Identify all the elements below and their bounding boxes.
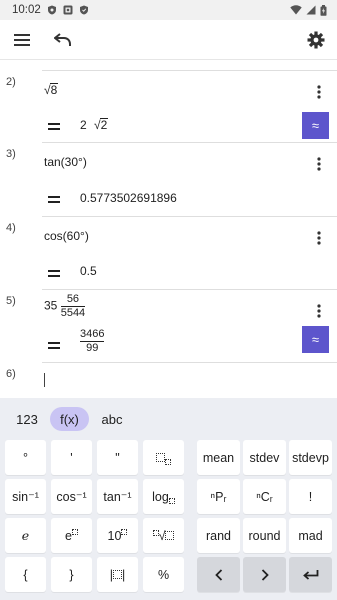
undo-icon[interactable] <box>51 28 75 52</box>
expression-result: 0.5 <box>80 264 97 278</box>
status-time: 10:02 <box>12 4 41 16</box>
equals-icon <box>48 122 62 130</box>
key-log-base[interactable]: log <box>143 479 184 514</box>
expression-input[interactable]: √ 8 <box>44 83 59 97</box>
key-left-brace[interactable]: { <box>5 557 46 592</box>
key-left-arrow[interactable] <box>197 557 240 592</box>
key-ten-power[interactable]: 10 <box>97 518 138 553</box>
shield-icon <box>47 5 56 15</box>
key-right-arrow[interactable] <box>243 557 286 592</box>
key-mean[interactable]: mean <box>197 440 240 475</box>
key-prime[interactable]: ' <box>51 440 92 475</box>
expression-row[interactable]: 6) <box>0 362 337 398</box>
notification-icon <box>63 5 73 15</box>
key-right-brace[interactable]: } <box>51 557 92 592</box>
more-vert-icon[interactable] <box>313 302 325 320</box>
expression-result: 2 √ 2 <box>80 118 109 132</box>
expression-row[interactable]: 3) tan(30°) 0.5773502691896 <box>0 142 337 216</box>
key-enter[interactable] <box>289 557 332 592</box>
signal-icon <box>306 5 316 15</box>
row-number: 3) <box>6 148 16 160</box>
equals-icon <box>48 269 62 277</box>
key-permutation[interactable]: ⁿPᵣ <box>197 479 240 514</box>
expression-result: 0.5773502691896 <box>80 191 177 205</box>
row-number: 2) <box>6 76 16 88</box>
approximate-button[interactable]: ≈ <box>302 326 329 353</box>
key-double-prime[interactable]: " <box>97 440 138 475</box>
battery-icon <box>320 4 327 16</box>
key-exp[interactable]: e <box>51 518 92 553</box>
math-keyboard: 123 f(x) abc ° ' " sin⁻¹ cos⁻¹ tan⁻¹ log… <box>0 398 337 600</box>
shield-icon <box>79 5 88 15</box>
chevron-right-icon <box>261 568 269 581</box>
key-absolute[interactable]: | | <box>97 557 138 592</box>
gear-icon[interactable] <box>304 28 328 52</box>
mixed-fraction: 56 5544 <box>60 293 86 319</box>
enter-icon <box>302 569 318 580</box>
tab-abc[interactable]: abc <box>93 407 131 431</box>
more-vert-icon[interactable] <box>313 155 325 173</box>
key-stdev[interactable]: stdev <box>243 440 286 475</box>
key-arccos[interactable]: cos⁻¹ <box>51 479 92 514</box>
menu-icon[interactable] <box>10 28 34 52</box>
expression-row[interactable]: 5) 35 56 5544 3466 99 ≈ <box>0 289 337 362</box>
approximate-button[interactable]: ≈ <box>302 112 329 139</box>
sqrt-expression: √ 8 <box>44 83 59 97</box>
key-round[interactable]: round <box>243 518 286 553</box>
row-number: 4) <box>6 222 16 234</box>
tab-fx[interactable]: f(x) <box>50 407 89 431</box>
expression-input[interactable]: 35 56 5544 <box>44 293 86 320</box>
expression-row[interactable]: 4) cos(60°) 0.5 <box>0 216 337 289</box>
expression-row[interactable]: 2) √ 8 2 √ 2 ≈ <box>0 70 337 142</box>
key-stdevp[interactable]: stdevp <box>289 440 332 475</box>
app-bar <box>0 20 337 60</box>
more-vert-icon[interactable] <box>313 229 325 247</box>
wifi-icon <box>290 5 302 15</box>
key-subscript[interactable] <box>143 440 184 475</box>
expression-result: 3466 99 <box>80 328 105 354</box>
key-nth-root[interactable]: √ <box>143 518 184 553</box>
row-number: 5) <box>6 295 16 307</box>
key-percent[interactable]: % <box>143 557 184 592</box>
expression-input[interactable]: cos(60°) <box>44 229 89 243</box>
chevron-left-icon <box>214 568 222 581</box>
key-degree[interactable]: ° <box>5 440 46 475</box>
key-factorial[interactable]: ! <box>289 479 332 514</box>
key-rand[interactable]: rand <box>197 518 240 553</box>
key-arcsin[interactable]: sin⁻¹ <box>5 479 46 514</box>
key-arctan[interactable]: tan⁻¹ <box>97 479 138 514</box>
more-vert-icon[interactable] <box>313 83 325 101</box>
row-number: 6) <box>6 368 16 380</box>
equals-icon <box>48 195 62 203</box>
key-mad[interactable]: mad <box>289 518 332 553</box>
text-cursor <box>44 373 45 387</box>
key-combination[interactable]: ⁿCᵣ <box>243 479 286 514</box>
key-euler-e[interactable]: e <box>5 518 46 553</box>
tab-123[interactable]: 123 <box>8 407 46 431</box>
equals-icon <box>48 341 62 349</box>
status-bar: 10:02 <box>0 0 337 20</box>
keyboard-tabs: 123 f(x) abc <box>0 398 337 438</box>
expression-input[interactable]: tan(30°) <box>44 155 87 169</box>
